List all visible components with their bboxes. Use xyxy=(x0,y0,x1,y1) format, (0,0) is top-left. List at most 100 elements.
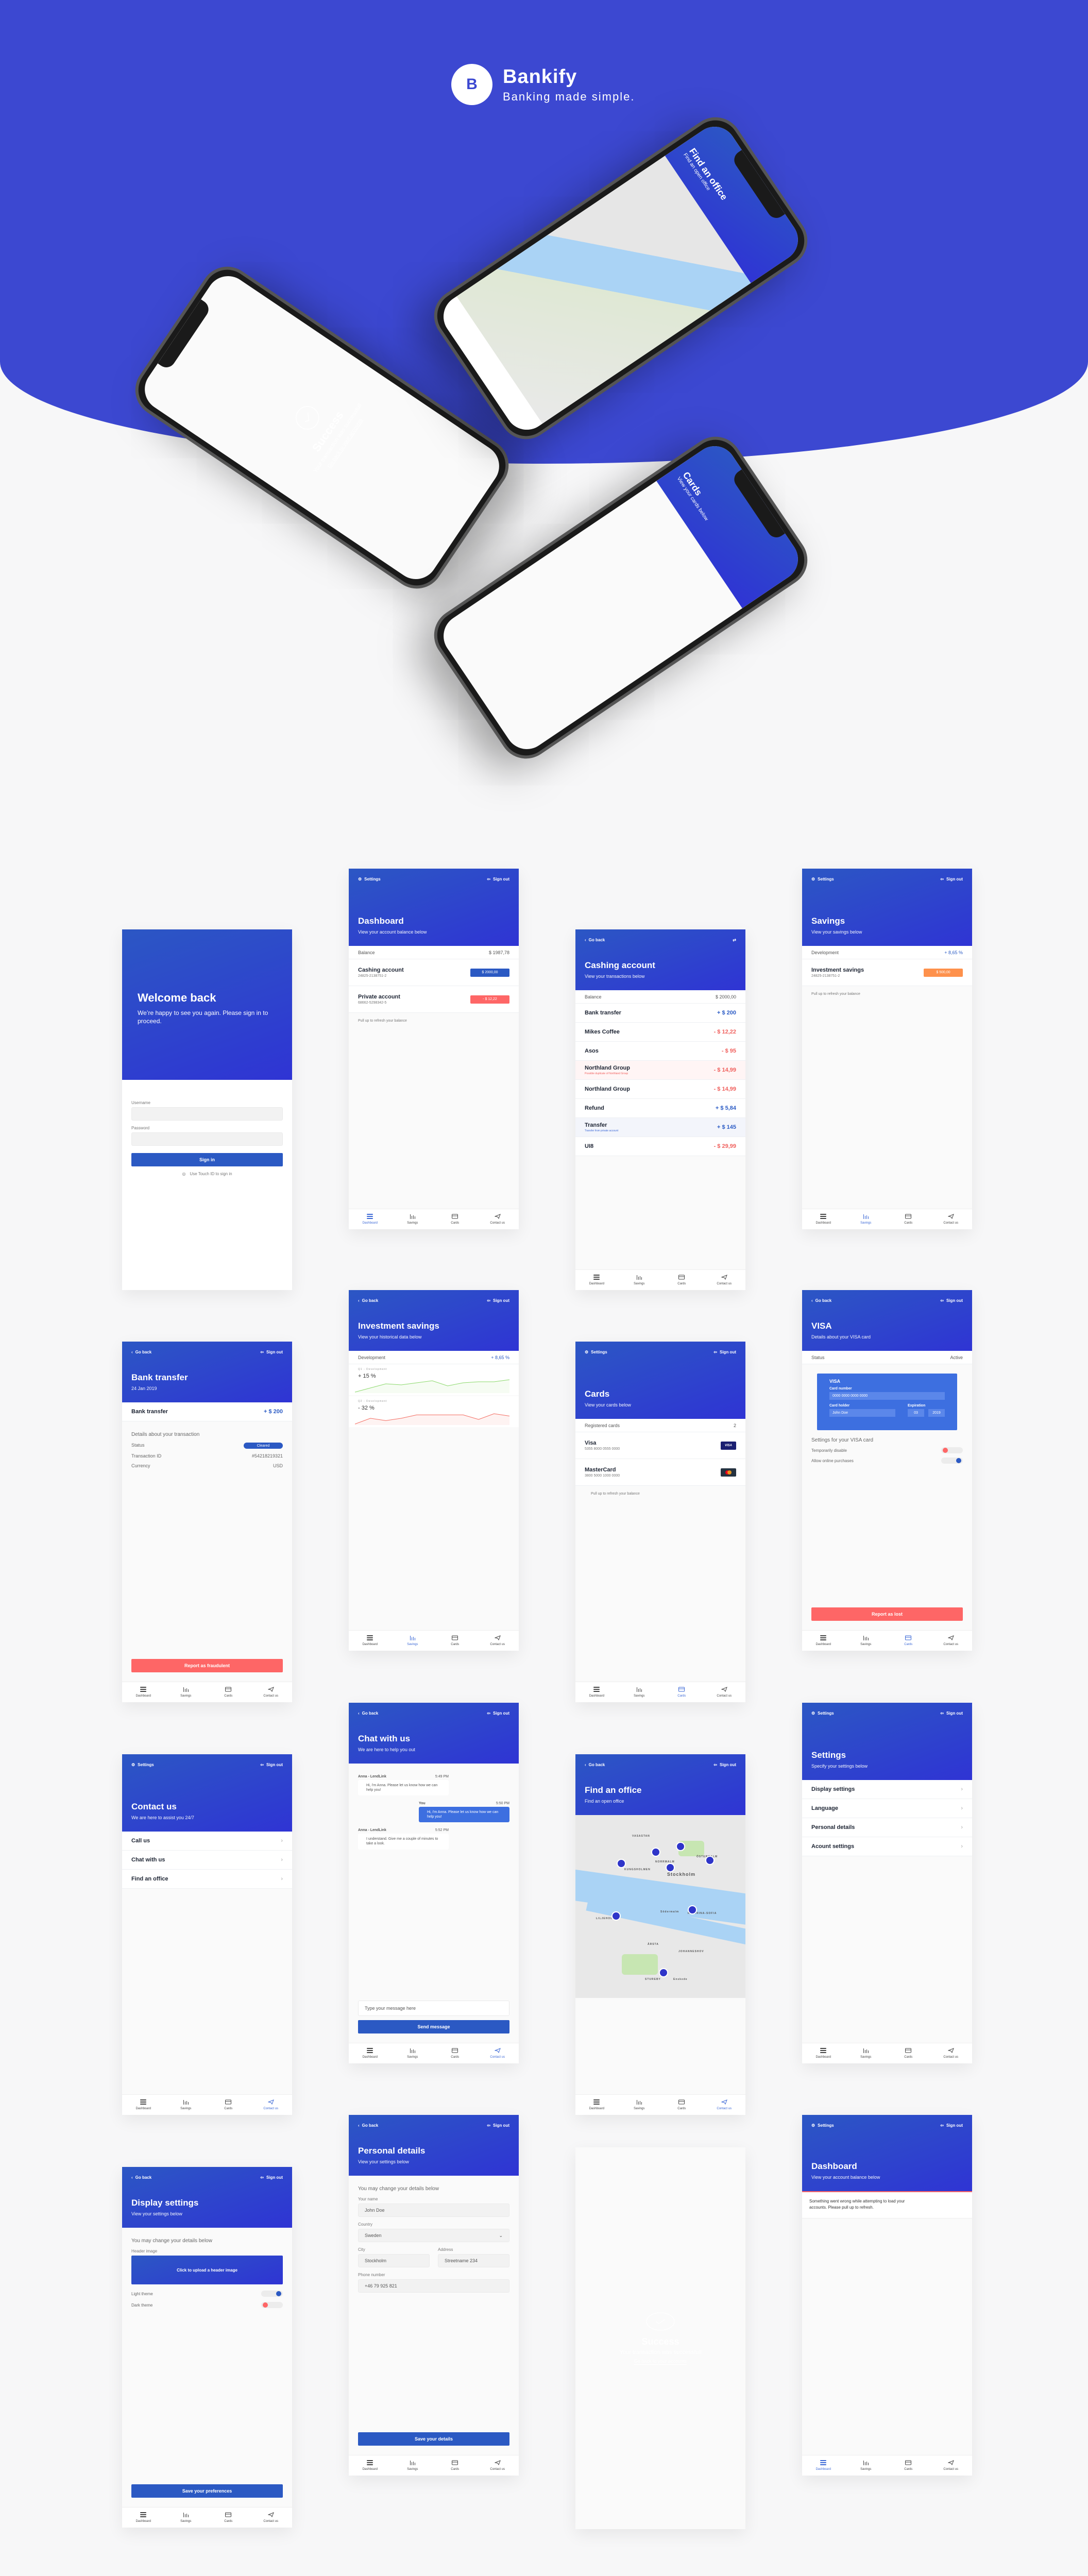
sign-out-link[interactable]: ⇦ Sign out xyxy=(487,2123,509,2128)
nav-tab-dashboard[interactable]: Dashboard xyxy=(575,2095,618,2115)
transaction-row[interactable]: UI8 - $ 29,99 xyxy=(575,1137,745,1156)
nav-tab-cards[interactable]: Cards xyxy=(207,1682,250,1702)
nav-tab-savings[interactable]: Savings xyxy=(845,2043,888,2063)
nav-tab-savings[interactable]: Savings xyxy=(845,1631,888,1651)
nav-tab-cards[interactable]: Cards xyxy=(660,1270,703,1290)
swap-icon[interactable]: ⇄ xyxy=(733,938,736,942)
nav-tab-cards[interactable]: Cards xyxy=(434,2043,477,2063)
nav-tab-contact[interactable]: Contact us xyxy=(930,2043,973,2063)
nav-tab-contact[interactable]: Contact us xyxy=(703,1270,746,1290)
settings-item-personal[interactable]: Personal details › xyxy=(802,1818,972,1837)
nav-tab-contact[interactable]: Contact us xyxy=(703,1682,746,1702)
office-pin[interactable] xyxy=(659,1968,668,1977)
exp-month-field[interactable]: 03 xyxy=(908,1409,924,1417)
settings-item-display[interactable]: Display settings › xyxy=(802,1780,972,1799)
transaction-row[interactable]: Mikes Coffee - $ 12,22 xyxy=(575,1023,745,1042)
save-details-button[interactable]: Save your details xyxy=(358,2432,509,2446)
settings-link[interactable]: ⚙ Settings xyxy=(358,877,381,882)
go-back-link[interactable]: ‹ Go back xyxy=(131,2175,151,2180)
city-input[interactable]: Stockholm xyxy=(358,2254,430,2267)
sign-out-link[interactable]: ⇦ Sign out xyxy=(487,1298,509,1303)
nav-tab-cards[interactable]: Cards xyxy=(887,2455,930,2476)
office-pin[interactable] xyxy=(688,1905,697,1914)
settings-link[interactable]: ⚙ Settings xyxy=(811,2123,834,2128)
nav-tab-contact[interactable]: Contact us xyxy=(930,1209,973,1229)
nav-tab-cards[interactable]: Cards xyxy=(887,1209,930,1229)
office-pin[interactable] xyxy=(705,1856,715,1865)
disable-toggle[interactable] xyxy=(941,1447,963,1453)
nav-tab-contact[interactable]: Contact us xyxy=(477,2455,519,2476)
go-back-link[interactable]: ‹ Go back xyxy=(131,1350,151,1354)
nav-tab-dashboard[interactable]: Dashboard xyxy=(122,2507,165,2528)
sign-out-link[interactable]: ⇦ Sign out xyxy=(713,1762,736,1767)
nav-tab-cards[interactable]: Cards xyxy=(887,1631,930,1651)
transaction-row[interactable]: Refund + $ 5,84 xyxy=(575,1099,745,1118)
nav-tab-savings[interactable]: Savings xyxy=(845,1209,888,1229)
sign-out-link[interactable]: ⇦ Sign out xyxy=(260,1762,283,1767)
nav-tab-cards[interactable]: Cards xyxy=(660,2095,703,2115)
sign-out-link[interactable]: ⇦ Sign out xyxy=(940,1298,963,1303)
nav-tab-contact[interactable]: Contact us xyxy=(703,2095,746,2115)
settings-link[interactable]: ⚙ Settings xyxy=(811,877,834,882)
nav-tab-contact[interactable]: Contact us xyxy=(250,1682,293,1702)
savings-account-row[interactable]: Investment savings 24825-2138751-2 $ 500,0… xyxy=(802,959,972,986)
nav-tab-savings[interactable]: Savings xyxy=(618,1270,661,1290)
nav-tab-cards[interactable]: Cards xyxy=(434,1631,477,1651)
sign-out-link[interactable]: ⇦ Sign out xyxy=(487,877,509,882)
go-back-link[interactable]: ‹ Go back xyxy=(358,1711,378,1716)
nav-tab-dashboard[interactable]: Dashboard xyxy=(802,2043,845,2063)
office-map[interactable]: VASASTANNORRMALMStockholmÖSTERMALMKUNGSH… xyxy=(575,1815,745,1998)
office-pin[interactable] xyxy=(666,1863,675,1872)
sign-out-link[interactable]: ⇦ Sign out xyxy=(260,1350,283,1354)
transaction-row[interactable]: Bank transfer + $ 200 xyxy=(575,1004,745,1023)
account-row[interactable]: Private account 68662-5298342-5 - $ 12,22 xyxy=(349,986,519,1013)
country-select[interactable]: Sweden ⌄ xyxy=(358,2229,509,2242)
contact-item-call[interactable]: Call us › xyxy=(122,1832,292,1851)
nav-tab-savings[interactable]: Savings xyxy=(618,1682,661,1702)
nav-tab-savings[interactable]: Savings xyxy=(165,1682,208,1702)
nav-tab-contact[interactable]: Contact us xyxy=(477,2043,519,2063)
card-row-mastercard[interactable]: MasterCard 3800 5000 1000 0000 xyxy=(575,1459,745,1486)
nav-tab-dashboard[interactable]: Dashboard xyxy=(802,1209,845,1229)
send-message-button[interactable]: Send message xyxy=(358,2020,509,2033)
username-input[interactable] xyxy=(131,1107,283,1121)
go-back-link[interactable]: ‹ Go back xyxy=(358,1298,378,1303)
nav-tab-cards[interactable]: Cards xyxy=(660,1682,703,1702)
nav-tab-cards[interactable]: Cards xyxy=(887,2043,930,2063)
nav-tab-savings[interactable]: Savings xyxy=(165,2507,208,2528)
nav-tab-savings[interactable]: Savings xyxy=(845,2455,888,2476)
nav-tab-contact[interactable]: Contact us xyxy=(250,2507,293,2528)
office-pin[interactable] xyxy=(676,1842,685,1851)
go-back-link[interactable]: ‹ Go back xyxy=(811,1298,831,1303)
nav-tab-dashboard[interactable]: Dashboard xyxy=(575,1270,618,1290)
phone-input[interactable]: +46 79 925 821 xyxy=(358,2279,509,2293)
nav-tab-dashboard[interactable]: Dashboard xyxy=(802,1631,845,1651)
sign-out-link[interactable]: ⇦ Sign out xyxy=(940,2123,963,2128)
touch-id-link[interactable]: ◎ Use Touch ID to sign in xyxy=(131,1172,283,1176)
sign-in-button[interactable]: Sign in xyxy=(131,1153,283,1166)
office-pin[interactable] xyxy=(651,1848,660,1857)
nav-tab-dashboard[interactable]: Dashboard xyxy=(349,1209,392,1229)
nav-tab-savings[interactable]: Savings xyxy=(392,1631,434,1651)
nav-tab-contact[interactable]: Contact us xyxy=(477,1209,519,1229)
report-lost-button[interactable]: Report as lost xyxy=(811,1607,963,1621)
nav-tab-dashboard[interactable]: Dashboard xyxy=(349,2455,392,2476)
transaction-row[interactable]: Northland Group Possible duplicate of Nor… xyxy=(575,1061,745,1080)
nav-tab-savings[interactable]: Savings xyxy=(392,1209,434,1229)
transaction-row[interactable]: Transfer Transfer from private account + $… xyxy=(575,1118,745,1137)
upload-header-button[interactable]: Click to upload a header image xyxy=(131,2256,283,2284)
nav-tab-dashboard[interactable]: Dashboard xyxy=(349,1631,392,1651)
exp-year-field[interactable]: 2019 xyxy=(928,1409,945,1417)
card-row-visa[interactable]: Visa 5355 8000 0555 0000 VISA xyxy=(575,1432,745,1459)
nav-tab-contact[interactable]: Contact us xyxy=(930,1631,973,1651)
nav-tab-dashboard[interactable]: Dashboard xyxy=(802,2455,845,2476)
nav-tab-cards[interactable]: Cards xyxy=(434,2455,477,2476)
save-preferences-button[interactable]: Save your preferences xyxy=(131,2484,283,2498)
settings-item-language[interactable]: Language › xyxy=(802,1799,972,1818)
sign-out-link[interactable]: ⇦ Sign out xyxy=(940,1711,963,1716)
transaction-row[interactable]: Asos - $ 95 xyxy=(575,1042,745,1061)
message-input[interactable]: Type your message here xyxy=(358,2001,509,2016)
nav-tab-savings[interactable]: Savings xyxy=(165,2095,208,2115)
go-back-link[interactable]: ‹ Go back xyxy=(585,938,605,942)
account-row[interactable]: Cashing account 24825-2138751-2 $ 2000,00 xyxy=(349,959,519,986)
